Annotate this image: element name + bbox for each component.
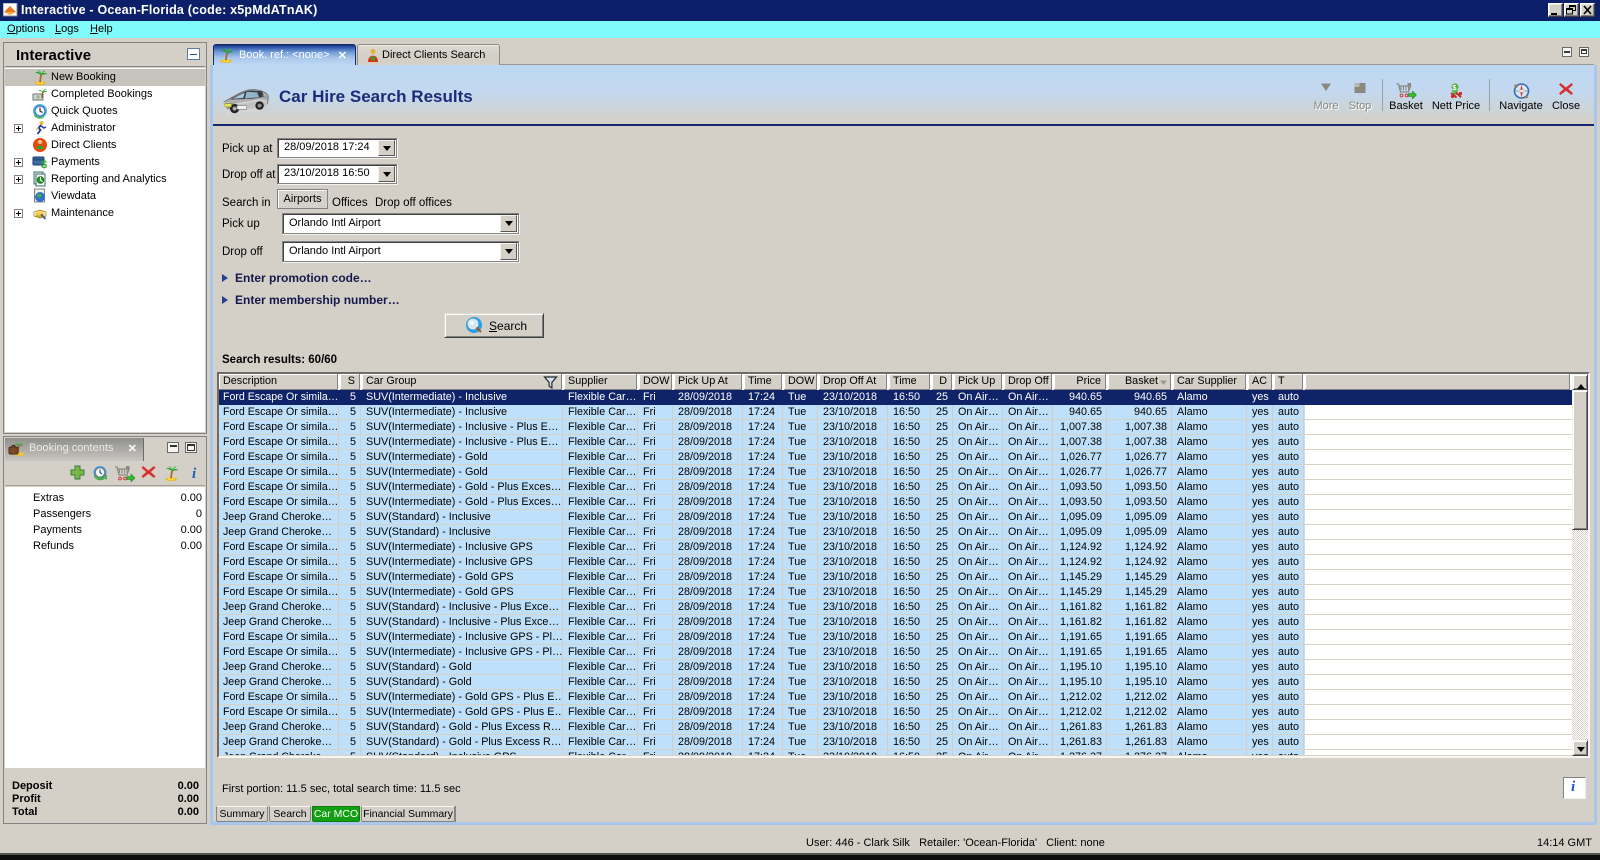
svg-text:i: i	[1571, 779, 1576, 794]
svg-text:i: i	[192, 466, 197, 481]
svg-text:$: $	[41, 159, 47, 170]
